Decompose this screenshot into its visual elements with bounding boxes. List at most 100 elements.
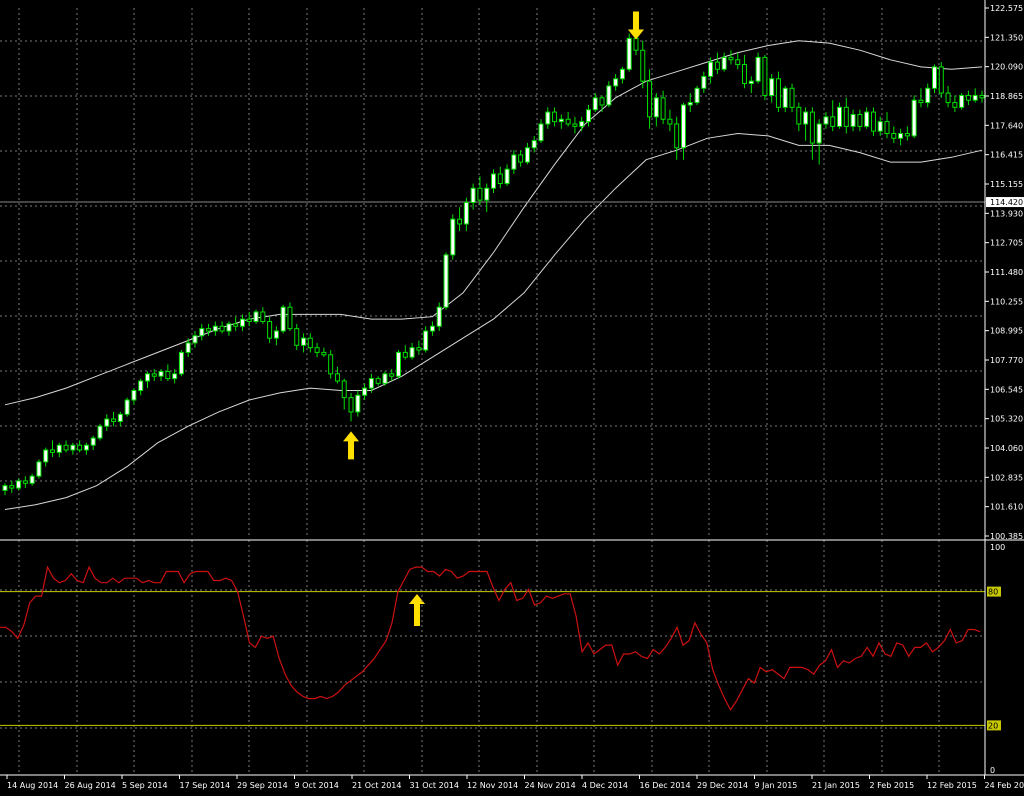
candle-bullish xyxy=(70,444,76,451)
candle-bullish xyxy=(782,87,788,108)
candle-bearish xyxy=(904,133,910,137)
candle-bullish xyxy=(43,449,49,463)
chart-background xyxy=(0,0,1024,796)
candle-bullish xyxy=(972,94,978,101)
chart-canvas: 122.575 121.350 120.090 118.865 117.640 116.4… xyxy=(0,0,1024,796)
candle-bearish xyxy=(660,97,666,120)
time-tick-label: 12 Nov 2014 xyxy=(467,781,518,790)
time-tick-label: 24 Nov 2014 xyxy=(525,781,576,790)
candle-bullish xyxy=(491,173,496,189)
candle-bullish xyxy=(864,111,870,127)
candle-bearish xyxy=(762,56,768,96)
price-tick-label: 118.865 xyxy=(990,92,1023,101)
candle-bearish xyxy=(979,94,985,99)
price-tick-label: 108.995 xyxy=(990,327,1023,336)
price-tick-label: 117.640 xyxy=(990,121,1023,130)
candle-bullish xyxy=(56,444,62,453)
time-tick-label: 5 Sep 2014 xyxy=(122,781,168,790)
candle-bullish xyxy=(470,187,476,204)
candle-bearish xyxy=(965,94,971,101)
price-tick-label: 107.770 xyxy=(990,356,1023,365)
candle-bearish xyxy=(287,306,293,330)
time-tick-label: 9 Jan 2015 xyxy=(755,781,798,790)
candle-bearish xyxy=(775,78,781,108)
candle-bullish xyxy=(280,306,286,332)
candle-bullish xyxy=(680,104,686,149)
candle-bearish xyxy=(647,80,653,118)
time-tick-label: 29 Dec 2014 xyxy=(697,781,748,790)
time-tick-label: 9 Oct 2014 xyxy=(295,781,339,790)
candle-bearish xyxy=(952,102,958,108)
candle-bullish xyxy=(898,133,904,139)
candle-bullish xyxy=(104,418,110,427)
candle-bearish xyxy=(165,370,171,380)
candle-bullish xyxy=(694,87,700,104)
candle-bullish xyxy=(158,370,164,377)
candle-bullish xyxy=(396,351,402,377)
price-tick-label: 104.060 xyxy=(990,444,1023,453)
candle-bearish xyxy=(219,325,225,332)
candle-bullish xyxy=(687,102,693,106)
time-tick-label: 4 Dec 2014 xyxy=(582,781,628,790)
candle-bullish xyxy=(172,373,178,380)
candle-bearish xyxy=(796,106,802,125)
candle-bullish xyxy=(579,121,585,127)
candle-bearish xyxy=(206,328,212,332)
candle-bearish xyxy=(789,87,795,108)
candle-bullish xyxy=(911,99,917,137)
time-tick-label: 21 Oct 2014 xyxy=(352,781,401,790)
candle-bullish xyxy=(701,75,707,89)
candle-bullish xyxy=(16,480,22,489)
candle-bearish xyxy=(633,37,639,51)
candle-bullish xyxy=(443,254,449,308)
candle-bullish xyxy=(178,351,184,375)
candle-bullish xyxy=(144,373,150,382)
candle-bullish xyxy=(484,187,490,201)
candle-bullish xyxy=(131,389,137,401)
candle-bullish xyxy=(721,56,727,70)
candle-bullish xyxy=(877,121,883,132)
candle-bearish xyxy=(714,61,720,70)
candle-bullish xyxy=(748,80,754,85)
candle-bearish xyxy=(938,66,944,94)
candle-bullish xyxy=(226,323,232,332)
candle-bearish xyxy=(599,97,605,106)
candle-bearish xyxy=(667,118,673,125)
indicator-tick-label: 20 xyxy=(988,721,998,730)
time-tick-label: 16 Dec 2014 xyxy=(640,781,691,790)
candle-bullish xyxy=(837,106,843,127)
candle-bullish xyxy=(803,111,809,125)
candle-bearish xyxy=(416,347,422,351)
indicator-tick-label: 100 xyxy=(990,543,1005,552)
candle-bullish xyxy=(653,97,659,118)
candle-bearish xyxy=(348,397,354,413)
candle-bearish xyxy=(151,373,157,377)
candle-bearish xyxy=(891,133,897,139)
price-tick-label: 102.835 xyxy=(990,473,1023,482)
candle-bearish xyxy=(572,123,578,127)
candle-bullish xyxy=(932,66,938,89)
current-price-label: 114.420 xyxy=(990,198,1023,207)
candle-bullish xyxy=(239,318,245,327)
candle-bullish xyxy=(382,373,388,384)
price-tick-label: 116.415 xyxy=(990,151,1023,160)
indicator-tick-label: 0 xyxy=(990,766,995,775)
candle-bearish xyxy=(267,320,273,339)
candle-bullish xyxy=(117,413,123,422)
candle-bearish xyxy=(341,380,347,399)
candle-bearish xyxy=(674,123,680,149)
candle-bearish xyxy=(314,347,320,353)
candle-bullish xyxy=(613,78,619,87)
candle-bullish xyxy=(558,118,564,123)
candle-bullish xyxy=(925,87,931,104)
indicator-tick-label: 80 xyxy=(988,588,998,597)
candle-bearish xyxy=(552,111,558,123)
candle-bearish xyxy=(77,444,83,451)
price-tick-label: 101.610 xyxy=(990,503,1023,512)
candle-bearish xyxy=(321,351,327,356)
candle-bullish xyxy=(850,113,856,127)
candle-bullish xyxy=(606,85,612,106)
candle-bearish xyxy=(640,49,646,82)
candle-bearish xyxy=(402,351,408,358)
candle-bullish xyxy=(355,394,361,413)
